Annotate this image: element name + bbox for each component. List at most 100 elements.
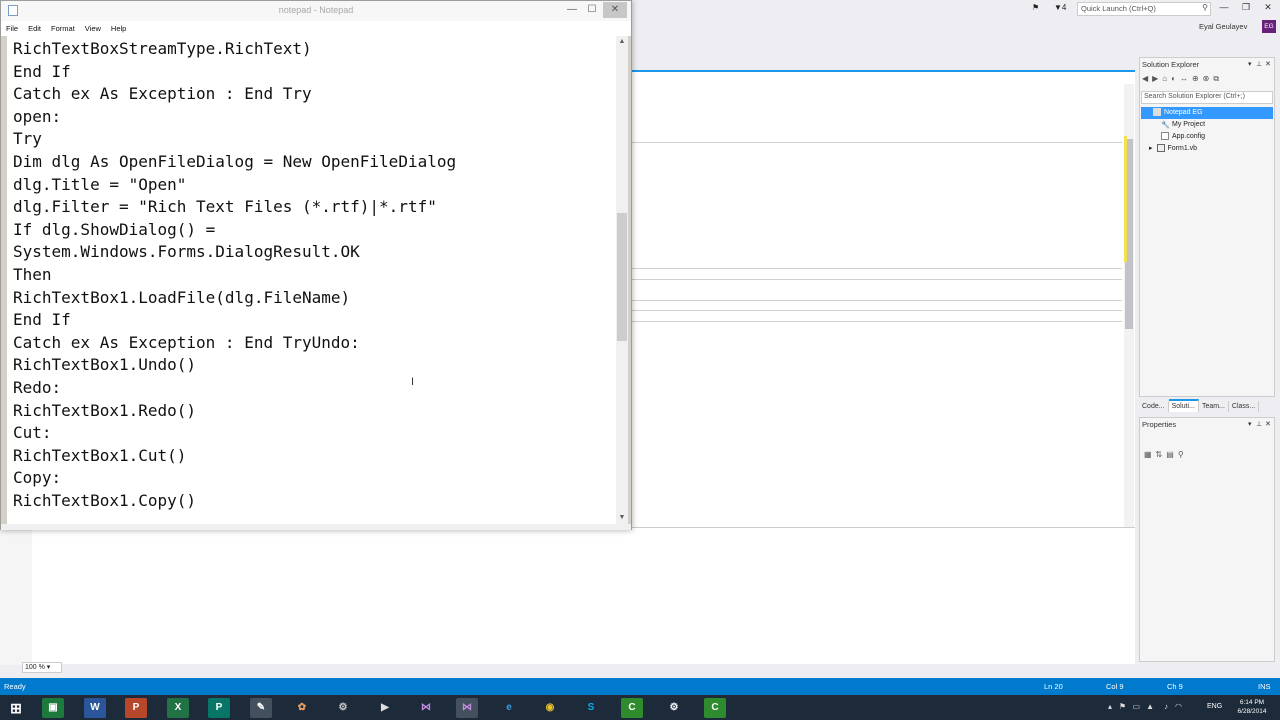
taskbar-clock[interactable]: 6:14 PM 6/28/2014 — [1234, 698, 1270, 716]
action-center-icon[interactable]: ⚑ — [1119, 702, 1126, 711]
scroll-down-icon[interactable]: ▼ — [616, 512, 628, 524]
menu-view[interactable]: View — [80, 21, 106, 36]
editor-separator — [632, 279, 1122, 280]
chrome-icon[interactable]: ◉ — [539, 698, 561, 718]
solution-search-placeholder: Search Solution Explorer (Ctrl+;) — [1144, 93, 1245, 100]
change-marker — [1124, 136, 1127, 262]
minimize-button[interactable]: — — [562, 2, 582, 18]
language-indicator[interactable]: ENG — [1207, 703, 1222, 710]
expand-arrow-icon[interactable]: ▸ — [1149, 145, 1153, 152]
zoom-value: 100 % — [25, 664, 45, 671]
editor-separator — [632, 300, 1122, 301]
notepad-bottom-edge — [1, 524, 631, 530]
notepad-vertical-scrollbar[interactable]: ▲ ▼ — [616, 36, 628, 524]
skype-icon[interactable]: S — [580, 698, 602, 718]
status-ch: Ch 9 — [1167, 682, 1183, 691]
vs-restore-button[interactable]: ❐ — [1238, 2, 1254, 13]
tray-arrow-icon[interactable]: ▴ — [1108, 702, 1112, 711]
tree-item-my-project[interactable]: 🔧 My Project — [1141, 119, 1273, 131]
menu-help[interactable]: Help — [106, 21, 131, 36]
notepad-text-area[interactable]: RichTextBoxStreamType.RichText) End If C… — [7, 36, 616, 524]
notepad-title-bar[interactable]: notepad - Notepad — ☐ ✕ — [1, 1, 631, 21]
tab-class[interactable]: Class... — [1229, 401, 1260, 412]
camtasia-icon[interactable]: C — [621, 698, 643, 718]
maximize-button[interactable]: ☐ — [582, 2, 602, 18]
panel-tabs: Code... Soluti... Team... Class... — [1139, 399, 1275, 413]
notepad-icon[interactable]: ✎ — [250, 698, 272, 718]
visual-studio-icon[interactable]: ⋈ — [415, 698, 437, 718]
tool-icon[interactable]: ⚙ — [332, 698, 354, 718]
tab-code[interactable]: Code... — [1139, 401, 1169, 412]
config-file-icon — [1161, 132, 1169, 141]
close-icon[interactable]: ✕ — [1265, 60, 1271, 68]
solution-explorer-title: Solution Explorer — [1142, 60, 1200, 69]
feedback-count[interactable]: ▼4 — [1054, 3, 1066, 12]
battery-icon[interactable]: ▭ — [1132, 702, 1140, 711]
zoom-select[interactable]: 100 % ▾ — [22, 662, 62, 673]
properties-title: Properties — [1142, 420, 1177, 429]
close-icon[interactable]: ✕ — [1265, 420, 1271, 428]
internet-explorer-icon[interactable]: e — [498, 698, 520, 718]
clock-date: 6/28/2014 — [1237, 708, 1267, 715]
vs-minimize-button[interactable]: — — [1216, 2, 1232, 12]
close-button[interactable]: ✕ — [603, 2, 627, 18]
tree-item-project[interactable]: Notepad EG — [1141, 107, 1273, 119]
notification-icon[interactable]: ⚑ — [1032, 3, 1039, 12]
status-ready: Ready — [4, 682, 26, 691]
avatar[interactable]: EG — [1262, 20, 1276, 33]
volume-icon[interactable]: ♪ — [1164, 702, 1168, 711]
visual-studio-active-icon[interactable]: ⋈ — [456, 698, 478, 718]
menu-edit[interactable]: Edit — [23, 21, 46, 36]
settings-icon[interactable]: ⚙ — [663, 698, 685, 718]
status-line: Ln 20 — [1044, 682, 1063, 691]
properties-panel: Properties ▾ ⊥ ✕ ▦⇅▤⚲ — [1139, 417, 1275, 662]
network-icon[interactable]: ▲ — [1146, 702, 1154, 711]
tab-solution[interactable]: Soluti... — [1168, 399, 1199, 412]
project-icon — [1153, 108, 1161, 117]
solution-tree: Notepad EG 🔧 My Project App.config ▸ Form1… — [1141, 107, 1273, 155]
editor-lower-area — [0, 527, 1135, 665]
text-cursor-icon: I — [411, 376, 415, 388]
paint-icon[interactable]: ✿ — [291, 698, 313, 718]
editor-separator — [632, 142, 1122, 143]
wrench-icon: 🔧 — [1161, 122, 1170, 130]
user-name[interactable]: Eyal Geulayev — [1199, 22, 1247, 31]
notepad-window: notepad - Notepad — ☐ ✕ File Edit Format Vi… — [0, 0, 632, 530]
menu-file[interactable]: File — [1, 21, 23, 36]
powerpoint-icon[interactable]: P — [125, 698, 147, 718]
status-col: Col 9 — [1106, 682, 1124, 691]
wifi-icon[interactable]: ◠ — [1175, 702, 1182, 711]
menu-format[interactable]: Format — [46, 21, 80, 36]
solution-explorer-toolbar[interactable]: ◀▶⌂◐↔⊕⊗⧉ — [1142, 74, 1272, 87]
camtasia-recorder-icon[interactable]: C — [704, 698, 726, 718]
start-button[interactable]: ⊞ — [5, 698, 27, 718]
notepad-menu-bar: File Edit Format View Help — [1, 21, 631, 36]
excel-app-icon[interactable]: X — [167, 698, 189, 718]
tab-team[interactable]: Team... — [1199, 401, 1229, 412]
solution-search-input[interactable]: Search Solution Explorer (Ctrl+;) — [1141, 91, 1273, 104]
editor-separator — [632, 268, 1122, 269]
form-icon — [1156, 144, 1165, 153]
pin-icon[interactable]: ⊥ — [1256, 420, 1262, 428]
scrollbar-thumb[interactable] — [617, 213, 627, 341]
solution-explorer-panel: Solution Explorer ▾ ⊥ ✕ ◀▶⌂◐↔⊕⊗⧉ Search … — [1139, 57, 1275, 397]
media-icon[interactable]: ▶ — [374, 698, 396, 718]
excel-icon[interactable]: ▣ — [42, 698, 64, 718]
status-mode: INS — [1258, 682, 1271, 691]
pane-dropdown-icon[interactable]: ▾ — [1248, 420, 1252, 428]
pin-icon[interactable]: ⊥ — [1256, 60, 1262, 68]
quick-launch-placeholder: Quick Launch (Ctrl+Q) — [1081, 4, 1156, 13]
pane-dropdown-icon[interactable]: ▾ — [1248, 60, 1252, 68]
tree-item-form1[interactable]: ▸ Form1.vb — [1141, 143, 1273, 155]
vs-close-button[interactable]: ✕ — [1260, 2, 1276, 13]
desktop: { "notepad": { "title": "notepad - Notep… — [0, 0, 1280, 720]
tree-item-app-config[interactable]: App.config — [1141, 131, 1273, 143]
publisher-icon[interactable]: P — [208, 698, 230, 718]
word-icon[interactable]: W — [84, 698, 106, 718]
quick-launch-input[interactable]: Quick Launch (Ctrl+Q) ⚲ — [1077, 2, 1211, 16]
tree-item-label: Notepad EG — [1164, 109, 1203, 116]
scroll-up-icon[interactable]: ▲ — [616, 36, 628, 48]
tree-item-label: My Project — [1172, 121, 1206, 128]
editor-separator — [632, 310, 1122, 311]
properties-toolbar[interactable]: ▦⇅▤⚲ — [1144, 450, 1188, 459]
